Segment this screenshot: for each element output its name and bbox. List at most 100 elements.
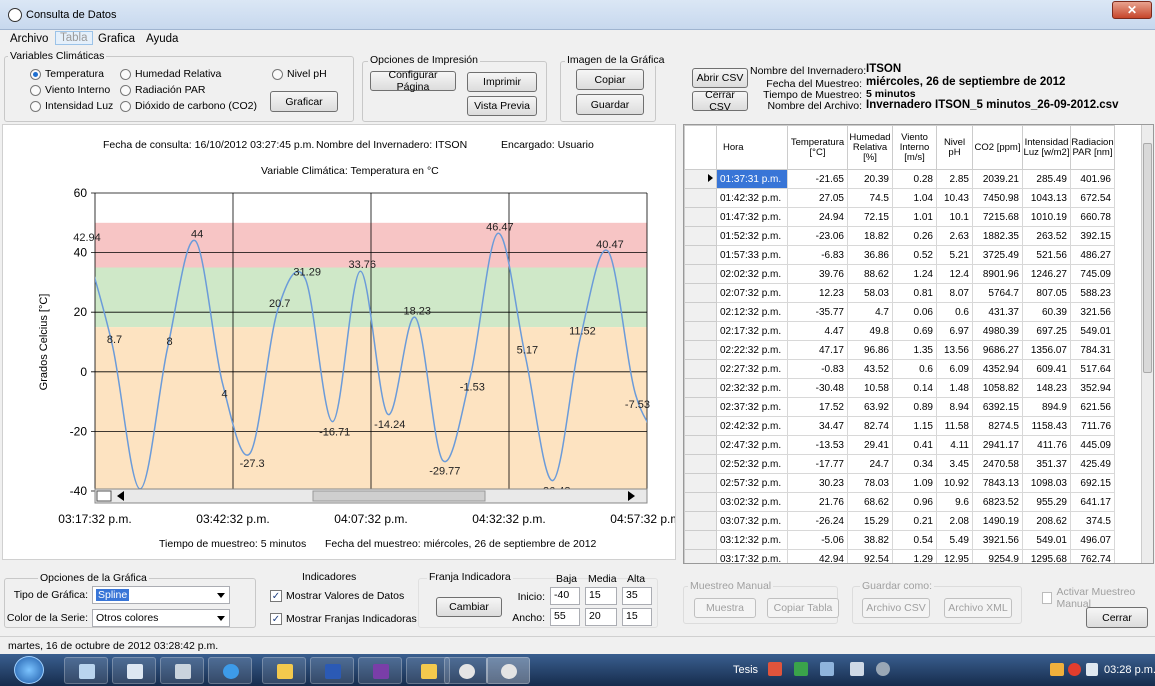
table-cell[interactable]: 1.01 <box>892 207 937 227</box>
table-cell[interactable]: 8274.5 <box>972 416 1023 436</box>
table-cell[interactable]: 4352.94 <box>972 359 1023 379</box>
table-cell[interactable]: 4980.39 <box>972 321 1023 341</box>
table-cell[interactable]: 431.37 <box>972 302 1023 322</box>
table-row[interactable]: 02:37:32 p.m. 17.52 63.92 0.89 8.94 6392.15 89… <box>684 397 1115 417</box>
table-cell[interactable]: 2.85 <box>936 169 973 189</box>
table-cell[interactable]: -17.77 <box>787 454 848 474</box>
table-cell[interactable]: 10.92 <box>936 473 973 493</box>
menu-grafica[interactable]: Grafica <box>98 33 135 45</box>
cell-hora[interactable]: 03:07:32 p.m. <box>716 511 788 531</box>
table-cell[interactable]: 1246.27 <box>1022 264 1071 284</box>
table-cell[interactable]: 1.09 <box>892 473 937 493</box>
table-cell[interactable]: 30.23 <box>787 473 848 493</box>
table-cell[interactable]: 9.6 <box>936 492 973 512</box>
people-icon[interactable] <box>1050 663 1064 676</box>
table-cell[interactable]: 352.94 <box>1070 378 1115 398</box>
table-cell[interactable]: 321.56 <box>1070 302 1115 322</box>
table-cell[interactable]: 549.01 <box>1022 530 1071 550</box>
table-cell[interactable]: 0.6 <box>936 302 973 322</box>
col-par[interactable]: Radiacion PAR [nm] <box>1070 125 1115 170</box>
cell-hora[interactable]: 02:22:32 p.m. <box>716 340 788 360</box>
tray-icon-2[interactable] <box>794 662 808 676</box>
row-header[interactable] <box>684 378 717 398</box>
table-cell[interactable]: 12.23 <box>787 283 848 303</box>
table-cell[interactable]: 1010.19 <box>1022 207 1071 227</box>
table-cell[interactable]: 49.8 <box>847 321 893 341</box>
table-row[interactable]: 02:42:32 p.m. 34.47 82.74 1.15 11.58 8274.5 11… <box>684 416 1115 436</box>
table-cell[interactable]: 1.29 <box>892 549 937 563</box>
table-cell[interactable]: 13.56 <box>936 340 973 360</box>
table-cell[interactable]: 425.49 <box>1070 454 1115 474</box>
radio-temperatura[interactable]: Temperatura <box>30 68 104 80</box>
row-header[interactable] <box>684 302 717 322</box>
radio-par[interactable]: Radiación PAR <box>120 84 205 96</box>
preview-button[interactable]: Vista Previa <box>467 96 537 116</box>
table-cell[interactable]: 208.62 <box>1022 511 1071 531</box>
table-cell[interactable]: -21.65 <box>787 169 848 189</box>
table-cell[interactable]: 58.03 <box>847 283 893 303</box>
table-cell[interactable]: 17.52 <box>787 397 848 417</box>
table-cell[interactable]: 12.4 <box>936 264 973 284</box>
row-header[interactable] <box>684 435 717 455</box>
table-cell[interactable]: 12.95 <box>936 549 973 563</box>
cell-hora[interactable]: 03:17:32 p.m. <box>716 549 788 563</box>
table-cell[interactable]: 2941.17 <box>972 435 1023 455</box>
row-header[interactable] <box>684 454 717 474</box>
table-row[interactable]: 02:02:32 p.m. 39.76 88.62 1.24 12.4 8901.96 12… <box>684 264 1115 284</box>
table-cell[interactable]: 6392.15 <box>972 397 1023 417</box>
table-cell[interactable]: 7843.13 <box>972 473 1023 493</box>
table-cell[interactable]: 762.74 <box>1070 549 1115 563</box>
print-button[interactable]: Imprimir <box>467 72 537 92</box>
table-row[interactable]: 02:07:32 p.m. 12.23 58.03 0.81 8.07 5764.7 807… <box>684 283 1115 303</box>
start-button[interactable] <box>14 656 44 684</box>
table-cell[interactable]: -0.83 <box>787 359 848 379</box>
row-header[interactable] <box>684 359 717 379</box>
cell-hora[interactable]: 01:47:32 p.m. <box>716 207 788 227</box>
close-csv-button[interactable]: Cerrar CSV <box>692 89 748 113</box>
table-cell[interactable]: 0.6 <box>892 359 937 379</box>
table-cell[interactable]: 96.86 <box>847 340 893 360</box>
table-cell[interactable]: 72.15 <box>847 207 893 227</box>
row-header[interactable] <box>684 530 717 550</box>
table-cell[interactable]: 6.09 <box>936 359 973 379</box>
table-cell[interactable]: 4.7 <box>847 302 893 322</box>
cell-hora[interactable]: 01:52:32 p.m. <box>716 226 788 246</box>
table-cell[interactable]: 10.43 <box>936 188 973 208</box>
table-cell[interactable]: 0.41 <box>892 435 937 455</box>
table-cell[interactable]: 711.76 <box>1070 416 1115 436</box>
table-cell[interactable]: 0.14 <box>892 378 937 398</box>
cell-hora[interactable]: 01:37:31 p.m. <box>716 169 788 189</box>
table-cell[interactable]: 1.35 <box>892 340 937 360</box>
col-hora[interactable]: Hora <box>716 125 788 170</box>
table-scrollbar[interactable] <box>1141 125 1153 563</box>
table-cell[interactable]: -35.77 <box>787 302 848 322</box>
taskbar-tesis-label[interactable]: Tesis <box>733 664 758 676</box>
row-header[interactable] <box>684 416 717 436</box>
scroll-thumb[interactable] <box>1143 143 1152 373</box>
table-cell[interactable]: 4.11 <box>936 435 973 455</box>
table-row[interactable]: 02:27:32 p.m. -0.83 43.52 0.6 6.09 4352.94 609… <box>684 359 1115 379</box>
table-cell[interactable]: 29.41 <box>847 435 893 455</box>
taskbar-ie[interactable] <box>208 657 252 684</box>
table-cell[interactable]: 3725.49 <box>972 245 1023 265</box>
table-row[interactable]: 02:12:32 p.m. -35.77 4.7 0.06 0.6 431.37 60.39… <box>684 302 1115 322</box>
table-cell[interactable]: 88.62 <box>847 264 893 284</box>
table-cell[interactable]: 486.27 <box>1070 245 1115 265</box>
table-cell[interactable]: 2.63 <box>936 226 973 246</box>
table-cell[interactable]: 7215.68 <box>972 207 1023 227</box>
table-cell[interactable]: 1158.43 <box>1022 416 1071 436</box>
col-humedad[interactable]: Humedad Relativa [%] <box>847 125 893 170</box>
table-cell[interactable]: 3921.56 <box>972 530 1023 550</box>
table-cell[interactable]: 38.82 <box>847 530 893 550</box>
show-values-checkbox[interactable]: ✓ Mostrar Valores de Datos <box>270 590 404 602</box>
table-cell[interactable]: 0.69 <box>892 321 937 341</box>
row-header[interactable] <box>684 207 717 227</box>
table-row[interactable]: 03:02:32 p.m. 21.76 68.62 0.96 9.6 6823.52 955… <box>684 492 1115 512</box>
save-image-button[interactable]: Guardar <box>576 94 644 115</box>
table-cell[interactable]: 0.28 <box>892 169 937 189</box>
row-header[interactable] <box>684 169 717 189</box>
copy-image-button[interactable]: Copiar <box>576 69 644 90</box>
taskbar-vs[interactable] <box>358 657 402 684</box>
table-cell[interactable]: 0.21 <box>892 511 937 531</box>
table-cell[interactable]: 34.47 <box>787 416 848 436</box>
